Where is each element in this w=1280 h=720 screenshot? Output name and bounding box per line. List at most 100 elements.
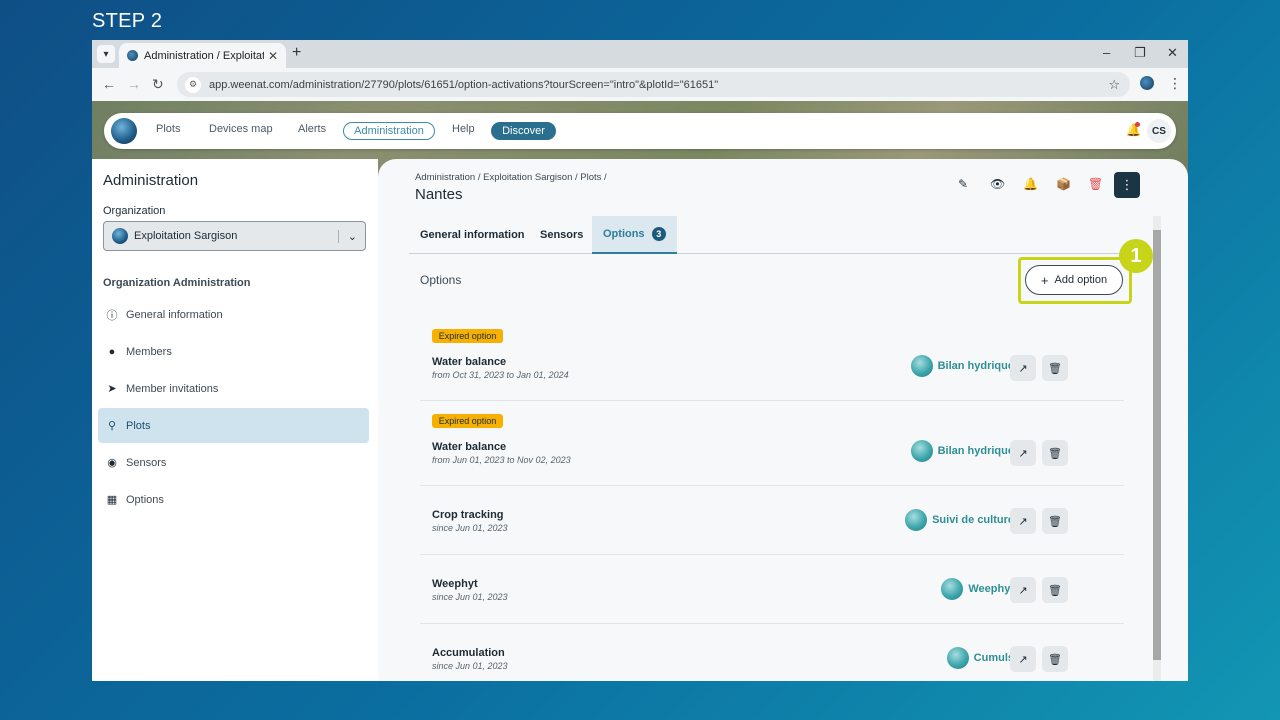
tab-general-information[interactable]: General information <box>409 216 536 254</box>
nav-help[interactable]: Help <box>452 123 475 135</box>
weenat-logo[interactable] <box>111 118 137 144</box>
organization-admin-heading: Organization Administration <box>103 277 251 289</box>
options-heading: Options <box>420 273 462 287</box>
organization-select[interactable]: Exploitation Sargison ⌄ <box>103 221 366 251</box>
open-external-icon[interactable]: ↗ <box>1010 508 1036 534</box>
view-eye-icon[interactable]: 👁 <box>990 177 1005 191</box>
add-option-label: Add option <box>1054 274 1108 286</box>
tab-sensors[interactable]: Sensors <box>529 216 594 254</box>
cumuls-logo-icon <box>946 647 969 669</box>
person-icon: ● <box>108 345 116 358</box>
browser-window: ▾ Administration / Exploitation Sargison… <box>92 40 1188 681</box>
list-item: Crop tracking since Jun 01, 2023 Suivi d… <box>420 486 1124 555</box>
organization-logo-icon <box>112 228 128 244</box>
option-dates: from Oct 31, 2023 to Jan 01, 2024 <box>432 370 569 380</box>
open-external-icon[interactable]: ↗ <box>1010 355 1036 381</box>
main-panel: Administration / Exploitation Sargison /… <box>378 159 1188 681</box>
nav-administration[interactable]: Administration <box>343 122 435 140</box>
browser-tab-title: Administration / Exploitation Sargison <box>144 49 264 62</box>
option-brand-label: Cumuls <box>973 652 1014 664</box>
sidebar-item-label: Plots <box>126 419 151 432</box>
suivi-de-culture-logo-icon <box>905 509 928 531</box>
tab-options[interactable]: Options 3 <box>592 216 677 254</box>
sidebar-item-general-information[interactable]: ⓘ General information <box>98 297 369 332</box>
sidebar-item-plots[interactable]: ⚲ Plots <box>98 408 369 443</box>
sidebar-item-member-invitations[interactable]: ➤ Member invitations <box>98 371 369 406</box>
sidebar-item-options[interactable]: ▦ Options <box>98 482 369 517</box>
scrollbar-thumb[interactable] <box>1153 230 1161 660</box>
option-brand-label: Bilan hydrique <box>937 445 1014 457</box>
trash-icon[interactable]: 🗑 <box>1042 440 1068 466</box>
open-external-icon[interactable]: ↗ <box>1010 440 1036 466</box>
sidebar-item-sensors[interactable]: ◉ Sensors <box>98 445 369 480</box>
options-count-badge: 3 <box>651 227 666 241</box>
trash-icon[interactable]: 🗑 <box>1042 508 1068 534</box>
option-name: Weephyt <box>432 578 478 590</box>
nav-plots[interactable]: Plots <box>156 123 180 135</box>
address-bar[interactable]: ⚙ app.weenat.com/administration/27790/pl… <box>177 72 1130 97</box>
sidebar-title: Administration <box>103 172 199 189</box>
edit-pencil-icon[interactable]: ✎ <box>958 177 968 191</box>
trash-icon[interactable]: 🗑 <box>1042 355 1068 381</box>
browser-menu-icon[interactable]: ⋮ <box>1168 75 1182 92</box>
expired-badge: Expired option <box>432 414 503 428</box>
close-window-icon[interactable]: ✕ <box>1167 45 1178 61</box>
scrollbar[interactable] <box>1153 216 1161 681</box>
option-brand: Bilan hydrique <box>910 355 1014 377</box>
url-text[interactable]: app.weenat.com/administration/27790/plot… <box>209 79 1108 91</box>
open-external-icon[interactable]: ↗ <box>1010 646 1036 672</box>
weenat-favicon-icon <box>127 50 138 61</box>
browser-toolbar: ← → ↻ ⚙ app.weenat.com/administration/27… <box>92 68 1188 101</box>
sidebar-item-members[interactable]: ● Members <box>98 334 369 369</box>
alert-bell-icon[interactable]: 🔔 <box>1023 177 1038 191</box>
list-item: Expired option Water balance from Jun 01… <box>420 401 1124 486</box>
info-icon: ⓘ <box>106 309 118 322</box>
option-dates: since Jun 01, 2023 <box>432 592 508 602</box>
trash-icon[interactable]: 🗑 <box>1042 577 1068 603</box>
expired-badge: Expired option <box>432 329 503 343</box>
more-actions-icon[interactable]: ⋮ <box>1114 172 1140 198</box>
option-dates: since Jun 01, 2023 <box>432 523 508 533</box>
options-list: Expired option Water balance from Oct 31… <box>420 316 1124 681</box>
browser-tab[interactable]: Administration / Exploitation Sargison ✕ <box>119 43 286 68</box>
add-option-button[interactable]: + Add option <box>1025 265 1123 295</box>
sidebar-item-label: Member invitations <box>126 382 219 395</box>
discover-button[interactable]: Discover <box>491 122 556 140</box>
nav-alerts[interactable]: Alerts <box>298 123 326 135</box>
organization-name: Exploitation Sargison <box>134 230 238 242</box>
grid-add-icon: ▦ <box>106 494 118 506</box>
sidebar-item-label: Sensors <box>126 456 167 469</box>
profile-icon[interactable] <box>1140 76 1154 90</box>
delete-trash-icon[interactable]: 🗑 <box>1088 177 1103 191</box>
option-brand: Weephyt <box>941 578 1014 600</box>
breadcrumb[interactable]: Administration / Exploitation Sargison /… <box>415 172 607 183</box>
site-settings-icon[interactable]: ⚙ <box>185 76 201 93</box>
maximize-icon[interactable]: ❐ <box>1134 45 1146 61</box>
open-external-icon[interactable]: ↗ <box>1010 577 1036 603</box>
tab-label: Options <box>603 228 645 240</box>
tab-label: Sensors <box>540 229 584 241</box>
new-tab-icon[interactable]: + <box>292 44 301 62</box>
option-brand: Suivi de culture <box>905 509 1014 531</box>
archive-icon[interactable]: 📦 <box>1056 177 1071 191</box>
minimize-icon[interactable]: – <box>1103 45 1110 60</box>
app-page: Plots Devices map Alerts Administration … <box>92 101 1188 681</box>
user-avatar[interactable]: CS <box>1147 119 1171 143</box>
close-tab-icon[interactable]: ✕ <box>268 49 278 63</box>
bookmark-star-icon[interactable]: ☆ <box>1108 77 1120 93</box>
weephyt-logo-icon <box>941 578 964 600</box>
option-name: Accumulation <box>432 647 505 659</box>
page-title: Nantes <box>415 186 463 203</box>
forward-icon[interactable]: → <box>127 76 141 92</box>
nav-devices-map[interactable]: Devices map <box>209 123 273 135</box>
chevron-down-icon[interactable]: ⌄ <box>337 229 357 243</box>
reload-icon[interactable]: ↻ <box>152 76 164 93</box>
bilan-hydrique-logo-icon <box>910 355 933 377</box>
organization-label: Organization <box>103 205 166 217</box>
back-icon[interactable]: ← <box>102 76 116 92</box>
tab-search-chevron-icon[interactable]: ▾ <box>97 45 115 63</box>
option-name: Water balance <box>432 356 507 368</box>
bilan-hydrique-logo-icon <box>910 440 933 462</box>
send-icon: ➤ <box>107 383 117 395</box>
trash-icon[interactable]: 🗑 <box>1042 646 1068 672</box>
